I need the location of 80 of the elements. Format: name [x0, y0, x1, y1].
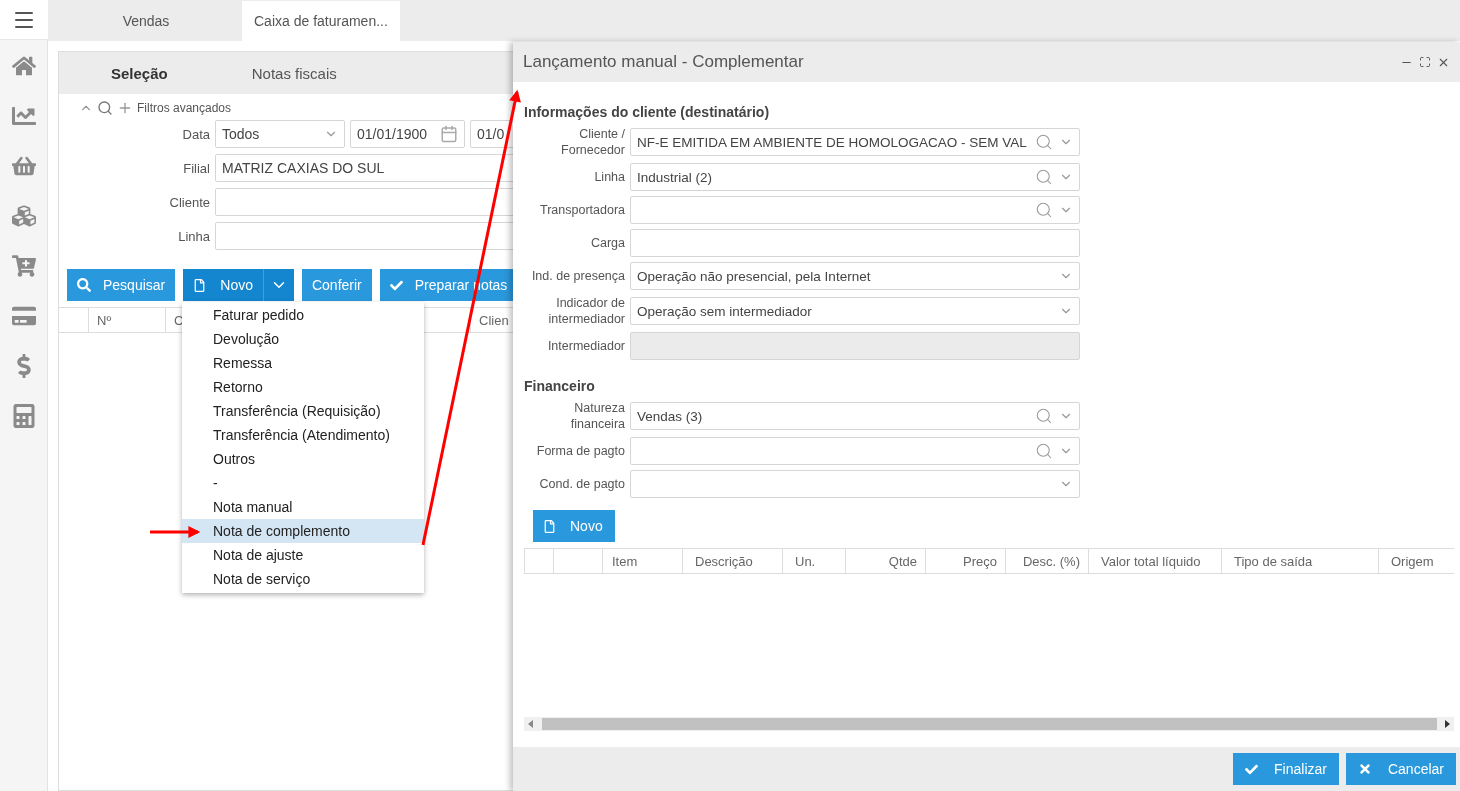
menu-item[interactable]: Transferência (Atendimento) — [182, 423, 424, 447]
field-label: Linha — [177, 228, 210, 244]
scroll-right-icon[interactable] — [1445, 720, 1450, 728]
field-label: Natureza financeira — [569, 400, 625, 432]
advanced-filters-link[interactable]: Filtros avançados — [137, 101, 232, 115]
field-label: Filial — [182, 160, 210, 176]
search-icon — [77, 278, 91, 292]
section-title: Informações do cliente (destinatário) — [524, 104, 771, 120]
calendar-icon[interactable] — [440, 125, 458, 143]
lookup-field[interactable] — [630, 437, 1080, 465]
cart-plus-icon[interactable] — [11, 254, 36, 278]
search-icon[interactable] — [97, 100, 113, 116]
lookup-field[interactable]: NF-E EMITIDA EM AMBIENTE DE HOMOLOGACAO - SEM VAL — [630, 128, 1080, 156]
section-title: Financeiro — [524, 378, 596, 394]
lookup-field[interactable]: Industrial (2) — [630, 163, 1080, 191]
check-icon — [389, 278, 403, 292]
column-header: Item — [603, 549, 683, 573]
column-header: Tipo de saída — [1222, 549, 1379, 573]
menu-item[interactable]: Nota de serviço — [182, 567, 424, 591]
scrollbar[interactable] — [524, 717, 1454, 731]
plus-icon[interactable] — [117, 100, 133, 116]
search-icon[interactable] — [1035, 201, 1053, 219]
field-label: Carga — [589, 235, 625, 251]
dialog-title: Lançamento manual - Complementar — [523, 52, 804, 72]
field-label: Cond. de pagto — [538, 476, 625, 492]
home-icon[interactable] — [11, 54, 36, 78]
scroll-left-icon[interactable] — [528, 720, 533, 728]
input-field[interactable] — [630, 332, 1080, 360]
field-label: Cliente / Fornecedor — [560, 126, 625, 158]
column-header: Qtde — [846, 549, 926, 573]
field-label: Intermediador — [546, 338, 625, 354]
search-icon[interactable] — [1035, 168, 1053, 186]
new-button[interactable]: Novo — [183, 269, 264, 301]
panel-tab[interactable]: Notas fiscais — [251, 64, 337, 82]
column-header: Un. — [783, 549, 846, 573]
column-header: Origem — [1379, 549, 1454, 573]
cubes-icon[interactable] — [11, 204, 36, 228]
field-label: Linha — [593, 169, 625, 185]
select-field[interactable]: Operação não presencial, pela Internet — [630, 262, 1080, 290]
menu-item[interactable]: Nota de complemento — [182, 519, 424, 543]
column-header: Preço — [926, 549, 1006, 573]
chart-line-icon[interactable] — [11, 104, 36, 128]
maximize-icon[interactable] — [1419, 55, 1431, 68]
menu-item[interactable]: Retorno — [182, 375, 424, 399]
tab[interactable]: Caixa de faturamen... — [242, 1, 400, 41]
menu-item[interactable]: Nota de ajuste — [182, 543, 424, 567]
column-header: Desc. (%) — [1006, 549, 1089, 573]
select-field[interactable]: Operação sem intermediador — [630, 297, 1080, 325]
column-header: Nº — [89, 308, 166, 332]
menu-item[interactable]: Outros — [182, 447, 424, 471]
search-icon[interactable] — [1035, 133, 1053, 151]
field-label: Ind. de presença — [530, 268, 625, 284]
period-select[interactable]: Todos — [215, 120, 345, 148]
lookup-field[interactable] — [630, 196, 1080, 224]
menu-item[interactable]: Nota manual — [182, 495, 424, 519]
field-label: Transportadora — [539, 202, 625, 218]
menu-item[interactable]: Transferência (Requisição) — [182, 399, 424, 423]
file-icon — [543, 519, 556, 533]
lookup-field[interactable]: Vendas (3) — [630, 402, 1080, 430]
search-icon[interactable] — [1035, 442, 1053, 460]
column-header: Valor total líquido — [1089, 549, 1222, 573]
tab[interactable]: Vendas — [96, 1, 196, 41]
basket-icon[interactable] — [11, 154, 36, 178]
panel-tab[interactable]: Seleção — [111, 64, 168, 82]
input-field[interactable] — [630, 229, 1080, 257]
select-field[interactable] — [630, 470, 1080, 498]
menu-item[interactable]: - — [182, 471, 424, 495]
field-label: Cliente — [168, 194, 210, 210]
file-icon — [193, 278, 207, 292]
field-label: Data — [181, 126, 210, 142]
calculator-icon[interactable] — [11, 404, 36, 428]
credit-card-icon[interactable] — [11, 304, 36, 328]
menu-item[interactable]: Remessa — [182, 351, 424, 375]
check-icon — [1245, 762, 1259, 776]
date-field[interactable]: 01/01/1900 — [350, 120, 465, 148]
column-header: Descrição — [683, 549, 783, 573]
close-icon — [1357, 762, 1372, 776]
search-icon[interactable] — [1035, 407, 1053, 425]
annotation-arrow — [150, 526, 201, 538]
field-label: Forma de pagto — [535, 443, 625, 459]
